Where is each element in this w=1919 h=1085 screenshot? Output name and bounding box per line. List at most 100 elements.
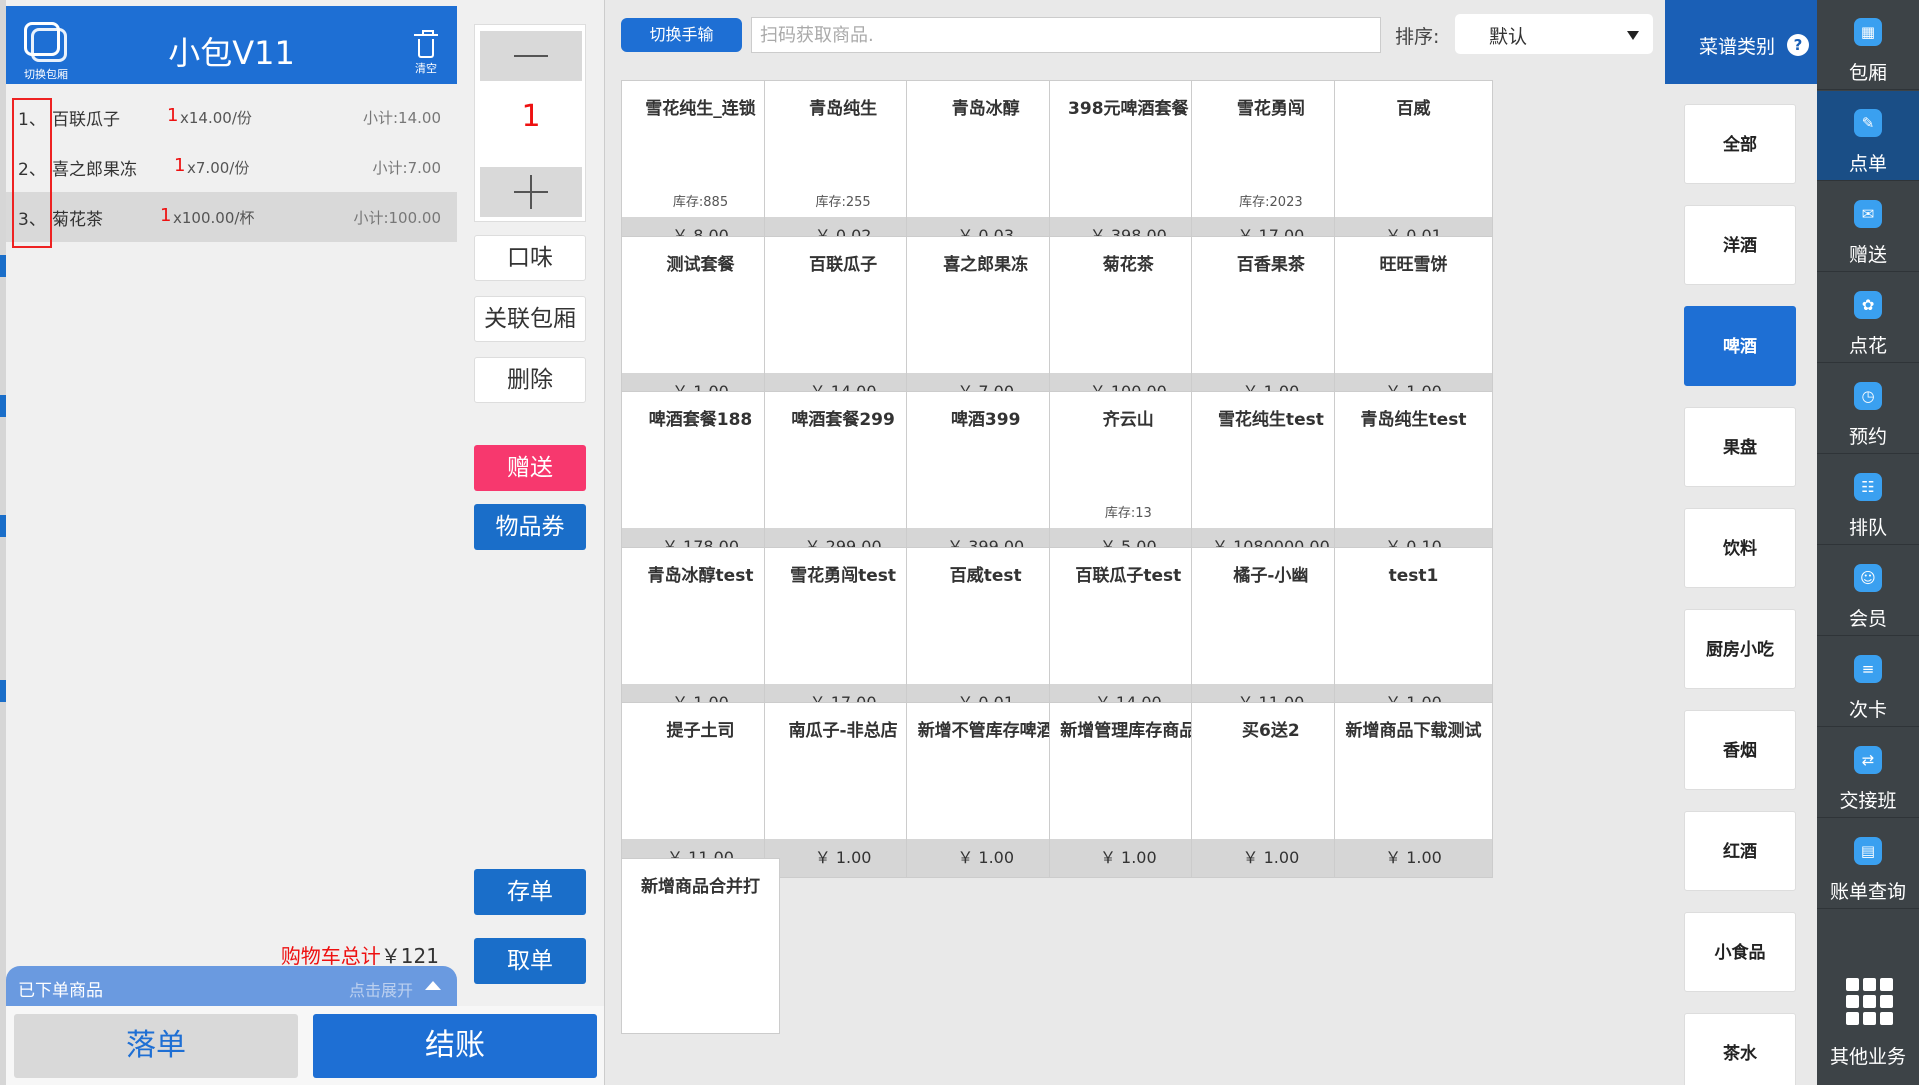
- category-item[interactable]: 果盘: [1684, 407, 1796, 487]
- product-name: 新增商品下载测试: [1345, 721, 1482, 741]
- product-card[interactable]: 齐云山库存:13￥ 5.00: [1048, 391, 1208, 567]
- product-card[interactable]: 喜之郎果冻￥ 7.00: [906, 235, 1066, 412]
- product-card[interactable]: 雪花纯生_连锁库存:885￥ 8.00: [621, 80, 780, 256]
- gift-button[interactable]: 赠送: [474, 445, 586, 491]
- nav-item-label: 账单查询: [1829, 881, 1906, 903]
- quantity-value: 1: [521, 99, 541, 134]
- product-card[interactable]: 啤酒套餐188￥ 178.00: [621, 391, 780, 567]
- cart-item[interactable]: 1、 百联瓜子 1 x14.00/份 小计:14.00: [6, 92, 457, 142]
- product-card[interactable]: 雪花勇闯test￥ 17.00: [763, 546, 923, 723]
- cart-item-qty: 1: [174, 155, 186, 176]
- product-card[interactable]: 百香果茶￥ 1.00: [1191, 235, 1351, 412]
- nav-item[interactable]: ⇄ 交接班: [1817, 728, 1919, 818]
- product-card[interactable]: 新增商品合并打: [621, 857, 780, 1034]
- take-order-button[interactable]: 取单: [474, 938, 586, 984]
- product-card[interactable]: 百联瓜子￥ 14.00: [763, 235, 923, 412]
- decrease-button[interactable]: [480, 31, 582, 81]
- product-card[interactable]: 雪花纯生test￥ 1080000.00: [1191, 391, 1351, 567]
- cart-total-value: ￥121: [380, 944, 439, 968]
- cart-item[interactable]: 2、 喜之郎果冻 1 x7.00/份 小计:7.00: [6, 142, 457, 192]
- switch-manual-input-button[interactable]: 切换手输: [621, 18, 742, 52]
- chevron-down-icon: [1627, 31, 1639, 40]
- product-card[interactable]: 旺旺雪饼￥ 1.00: [1334, 235, 1493, 412]
- ordered-items-toggle[interactable]: 已下单商品 点击展开: [6, 966, 457, 1006]
- nav-item[interactable]: ✎ 点单: [1817, 91, 1919, 181]
- nav-item-label: 预约: [1848, 426, 1887, 448]
- nav-item[interactable]: ≡ 次卡: [1817, 637, 1919, 727]
- nav-item-label: 赠送: [1848, 244, 1887, 266]
- delete-button[interactable]: 删除: [474, 357, 586, 403]
- product-card[interactable]: test1￥ 1.00: [1334, 546, 1493, 723]
- product-name: 啤酒套餐188: [648, 410, 753, 430]
- help-icon[interactable]: ?: [1787, 34, 1809, 56]
- cart-header: 切换包厢 小包V11 清空: [6, 6, 457, 84]
- product-card[interactable]: 雪花勇闯库存:2023￥ 17.00: [1191, 80, 1351, 256]
- product-card[interactable]: 新增管理库存商品 ￥ 1.00: [1048, 702, 1208, 878]
- link-room-button[interactable]: 关联包厢: [474, 296, 586, 342]
- product-card[interactable]: 百威test￥ 0.01: [906, 546, 1066, 723]
- category-item[interactable]: 洋酒: [1684, 205, 1796, 285]
- cart-item-subtotal: 小计:14.00: [363, 109, 441, 127]
- nav-item[interactable]: ✉ 赠送: [1817, 182, 1919, 272]
- product-name: 南瓜子-非总店: [788, 721, 898, 741]
- nav-item[interactable]: ◷ 预约: [1817, 364, 1919, 454]
- sort-select[interactable]: 默认: [1455, 14, 1653, 54]
- category-header: 菜谱类别 ?: [1665, 0, 1817, 84]
- member-icon: ☺: [1854, 564, 1882, 592]
- product-card[interactable]: 398元啤酒套餐￥ 398.00: [1048, 80, 1208, 256]
- cart-item-price: x7.00/份: [187, 159, 250, 177]
- flavor-button[interactable]: 口味: [474, 235, 586, 281]
- product-card[interactable]: 百威￥ 0.01: [1334, 80, 1493, 256]
- cart-item-qty: 1: [167, 105, 179, 126]
- nav-item[interactable]: ☷ 排队: [1817, 455, 1919, 545]
- product-card[interactable]: 新增不管库存啤酒 ￥ 1.00: [906, 702, 1066, 878]
- product-name: 雪花勇闯test: [790, 565, 897, 586]
- product-card[interactable]: 买6送2 ￥ 1.00: [1191, 702, 1351, 878]
- cart-item-price: x100.00/杯: [173, 209, 255, 227]
- product-card[interactable]: 啤酒399￥ 399.00: [906, 391, 1066, 567]
- nav-item-label: 包厢: [1848, 62, 1887, 84]
- order-icon: ✎: [1854, 109, 1882, 137]
- product-card[interactable]: 青岛冰醇test￥ 1.00: [621, 546, 780, 723]
- save-order-button[interactable]: 存单: [474, 869, 586, 915]
- nav-item[interactable]: ☺ 会员: [1817, 546, 1919, 636]
- other-business-button[interactable]: 其他业务: [1817, 970, 1919, 1085]
- category-item[interactable]: 啤酒: [1684, 306, 1796, 386]
- product-name: 雪花勇闯: [1236, 99, 1305, 119]
- scan-input[interactable]: [751, 17, 1381, 53]
- expand-label: 点击展开: [348, 981, 413, 1000]
- product-card[interactable]: 啤酒套餐299￥ 299.00: [763, 391, 923, 567]
- category-item[interactable]: 茶水: [1684, 1013, 1796, 1085]
- cart-item-selected[interactable]: 3、 菊花茶 1 x100.00/杯 小计:100.00: [6, 192, 457, 242]
- product-name: 百威test: [949, 565, 1022, 586]
- nav-item-label: 会员: [1848, 608, 1887, 630]
- product-card[interactable]: 百联瓜子test￥ 14.00: [1048, 546, 1208, 723]
- category-item[interactable]: 香烟: [1684, 710, 1796, 790]
- product-card[interactable]: 菊花茶￥ 100.00: [1048, 235, 1208, 412]
- category-item[interactable]: 厨房小吃: [1684, 609, 1796, 689]
- search-bar: 切换手输 排序: 默认: [605, 0, 1666, 66]
- category-item[interactable]: 小食品: [1684, 912, 1796, 992]
- increase-button[interactable]: [480, 167, 582, 217]
- product-name: 百香果茶: [1236, 254, 1305, 275]
- nav-item[interactable]: ▦ 包厢: [1817, 0, 1919, 90]
- voucher-button[interactable]: 物品券: [474, 504, 586, 550]
- nav-item[interactable]: ✿ 点花: [1817, 273, 1919, 363]
- nav-item[interactable]: ▤ 账单查询: [1817, 819, 1919, 909]
- category-item[interactable]: 饮料: [1684, 508, 1796, 588]
- product-card[interactable]: 青岛纯生库存:255￥ 0.02: [763, 80, 923, 256]
- clear-cart-button[interactable]: 清空: [409, 30, 443, 76]
- category-item[interactable]: 全部: [1684, 104, 1796, 184]
- product-card[interactable]: 南瓜子-非总店 ￥ 1.00: [763, 702, 923, 878]
- checkout-button[interactable]: 结账: [313, 1014, 597, 1078]
- drop-order-button[interactable]: 落单: [14, 1014, 298, 1078]
- product-card[interactable]: 青岛冰醇￥ 0.03: [906, 80, 1066, 256]
- product-card[interactable]: 青岛纯生test￥ 0.10: [1334, 391, 1493, 567]
- product-card[interactable]: 橘子-小幽￥ 11.00: [1191, 546, 1351, 723]
- product-card[interactable]: 新增商品下载测试 ￥ 1.00: [1334, 702, 1493, 878]
- clear-label: 清空: [415, 62, 437, 75]
- product-card[interactable]: 测试套餐￥ 1.00: [621, 235, 780, 412]
- category-item[interactable]: 红酒: [1684, 811, 1796, 891]
- product-stock: 库存:13: [1104, 506, 1152, 521]
- product-card[interactable]: 提子土司￥ 11.00: [621, 702, 780, 878]
